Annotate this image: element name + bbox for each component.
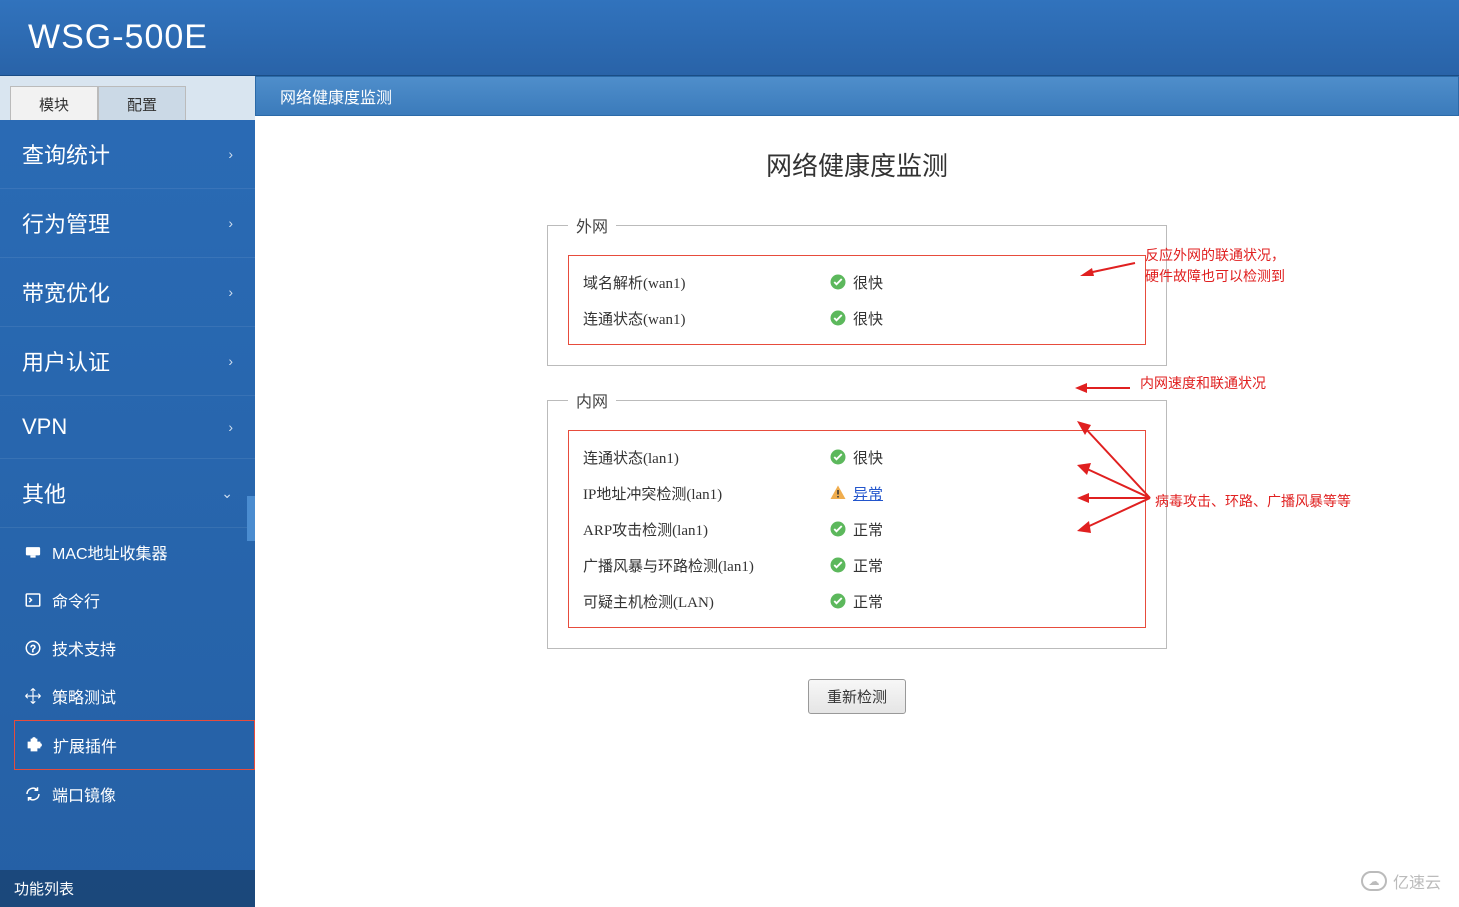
device-icon <box>24 543 42 561</box>
wan-box: 域名解析(wan1) 很快 连通状态(wan1) 很快 <box>568 255 1146 345</box>
table-row: 可疑主机检测(LAN) 正常 <box>583 583 1131 619</box>
row-status: 正常 <box>853 591 913 612</box>
wan-legend: 外网 <box>568 213 616 237</box>
sidebar-sub-label: 策略测试 <box>52 684 116 708</box>
status-ok-icon <box>823 448 853 466</box>
refresh-icon <box>24 785 42 803</box>
sidebar-sub-label: 扩展插件 <box>53 733 117 757</box>
chevron-right-icon: › <box>228 215 233 231</box>
chevron-right-icon: › <box>228 353 233 369</box>
table-row: IP地址冲突检测(lan1) 异常 <box>583 475 1131 511</box>
sidebar-sub-port-mirror[interactable]: 端口镜像 <box>14 770 255 818</box>
row-label: 连通状态(wan1) <box>583 308 823 329</box>
table-row: 连通状态(wan1) 很快 <box>583 300 1131 336</box>
recheck-button[interactable]: 重新检测 <box>808 679 906 714</box>
puzzle-icon <box>25 736 43 754</box>
sidebar-sub-support[interactable]: ? 技术支持 <box>14 624 255 672</box>
sidebar-item-bandwidth[interactable]: 带宽优化 › <box>0 258 255 327</box>
row-label: 广播风暴与环路检测(lan1) <box>583 555 823 576</box>
app-title: WSG-500E <box>28 18 208 57</box>
row-label: IP地址冲突检测(lan1) <box>583 483 823 504</box>
row-status: 正常 <box>853 555 913 576</box>
lan-legend: 内网 <box>568 388 616 412</box>
cloud-icon: ☁ <box>1361 871 1387 891</box>
content-area: 网络健康度监测 网络健康度监测 外网 域名解析(wan1) 很快 连通状态(wa… <box>255 76 1459 907</box>
sidebar-footer[interactable]: 功能列表 <box>0 870 255 907</box>
sidebar-item-label: 行为管理 <box>22 207 110 239</box>
row-status: 正常 <box>853 519 913 540</box>
sidebar-tabs: 模块 配置 <box>0 76 255 120</box>
sidebar-subitems: MAC地址收集器 命令行 ? 技术支持 策略测试 扩展插件 端口镜像 <box>0 528 255 818</box>
status-ok-icon <box>823 520 853 538</box>
move-icon <box>24 687 42 705</box>
page-title: 网络健康度监测 <box>315 146 1399 183</box>
table-row: 连通状态(lan1) 很快 <box>583 439 1131 475</box>
breadcrumb-text: 网络健康度监测 <box>280 84 392 108</box>
svg-text:?: ? <box>30 644 36 655</box>
annotation-wan: 反应外网的联通状况， 硬件故障也可以检测到 <box>1145 245 1285 287</box>
row-status: 很快 <box>853 272 913 293</box>
page-body: 网络健康度监测 外网 域名解析(wan1) 很快 连通状态(wan1) 很 <box>255 116 1459 744</box>
chevron-right-icon: › <box>228 419 233 435</box>
sidebar: 模块 配置 查询统计 › 行为管理 › 带宽优化 › 用户认证 › VPN › … <box>0 76 255 907</box>
status-ok-icon <box>823 309 853 327</box>
sidebar-item-behavior-mgmt[interactable]: 行为管理 › <box>0 189 255 258</box>
sidebar-item-label: 其他 <box>22 477 66 509</box>
app-header: WSG-500E <box>0 0 1459 76</box>
annotation-lan-speed: 内网速度和联通状况 <box>1140 373 1266 394</box>
sidebar-item-user-auth[interactable]: 用户认证 › <box>0 327 255 396</box>
wan-group: 外网 域名解析(wan1) 很快 连通状态(wan1) 很快 <box>547 213 1167 366</box>
row-label: 可疑主机检测(LAN) <box>583 591 823 612</box>
row-label: 连通状态(lan1) <box>583 447 823 468</box>
sidebar-sub-cli[interactable]: 命令行 <box>14 576 255 624</box>
sidebar-resize-handle[interactable] <box>247 496 255 541</box>
row-label: ARP攻击检测(lan1) <box>583 519 823 540</box>
watermark: ☁ 亿速云 <box>1361 869 1441 893</box>
chevron-right-icon: › <box>228 146 233 162</box>
chevron-down-icon: ⌄ <box>221 485 233 502</box>
sidebar-item-other[interactable]: 其他 ⌄ <box>0 459 255 528</box>
status-ok-icon <box>823 592 853 610</box>
main-layout: 模块 配置 查询统计 › 行为管理 › 带宽优化 › 用户认证 › VPN › … <box>0 76 1459 907</box>
sidebar-item-vpn[interactable]: VPN › <box>0 396 255 459</box>
sidebar-sub-policy-test[interactable]: 策略测试 <box>14 672 255 720</box>
sidebar-sub-label: 命令行 <box>52 588 100 612</box>
status-warn-icon <box>823 484 853 502</box>
chevron-right-icon: › <box>228 284 233 300</box>
sidebar-item-label: 查询统计 <box>22 138 110 170</box>
sidebar-sub-label: MAC地址收集器 <box>52 540 168 564</box>
sidebar-item-label: 带宽优化 <box>22 276 110 308</box>
breadcrumb: 网络健康度监测 <box>255 76 1459 116</box>
sidebar-item-label: VPN <box>22 414 67 440</box>
status-ok-icon <box>823 273 853 291</box>
annotation-attacks: 病毒攻击、环路、广播风暴等等 <box>1155 491 1351 512</box>
sidebar-sub-mac-collector[interactable]: MAC地址收集器 <box>14 528 255 576</box>
lan-box: 连通状态(lan1) 很快 IP地址冲突检测(lan1) 异常 ARP攻击检测(… <box>568 430 1146 628</box>
row-status: 很快 <box>853 447 913 468</box>
table-row: ARP攻击检测(lan1) 正常 <box>583 511 1131 547</box>
table-row: 广播风暴与环路检测(lan1) 正常 <box>583 547 1131 583</box>
lan-group: 内网 连通状态(lan1) 很快 IP地址冲突检测(lan1) 异常 <box>547 388 1167 649</box>
tab-module[interactable]: 模块 <box>10 86 98 120</box>
sidebar-sub-ext-plugin[interactable]: 扩展插件 <box>14 720 255 770</box>
tab-config[interactable]: 配置 <box>98 86 186 120</box>
watermark-text: 亿速云 <box>1393 869 1441 893</box>
row-status: 很快 <box>853 308 913 329</box>
sidebar-sub-label: 技术支持 <box>52 636 116 660</box>
row-status-link[interactable]: 异常 <box>853 483 913 504</box>
status-ok-icon <box>823 556 853 574</box>
sidebar-sub-label: 端口镜像 <box>52 782 116 806</box>
help-icon: ? <box>24 639 42 657</box>
table-row: 域名解析(wan1) 很快 <box>583 264 1131 300</box>
sidebar-item-label: 用户认证 <box>22 345 110 377</box>
terminal-icon <box>24 591 42 609</box>
sidebar-item-query-stats[interactable]: 查询统计 › <box>0 120 255 189</box>
row-label: 域名解析(wan1) <box>583 272 823 293</box>
